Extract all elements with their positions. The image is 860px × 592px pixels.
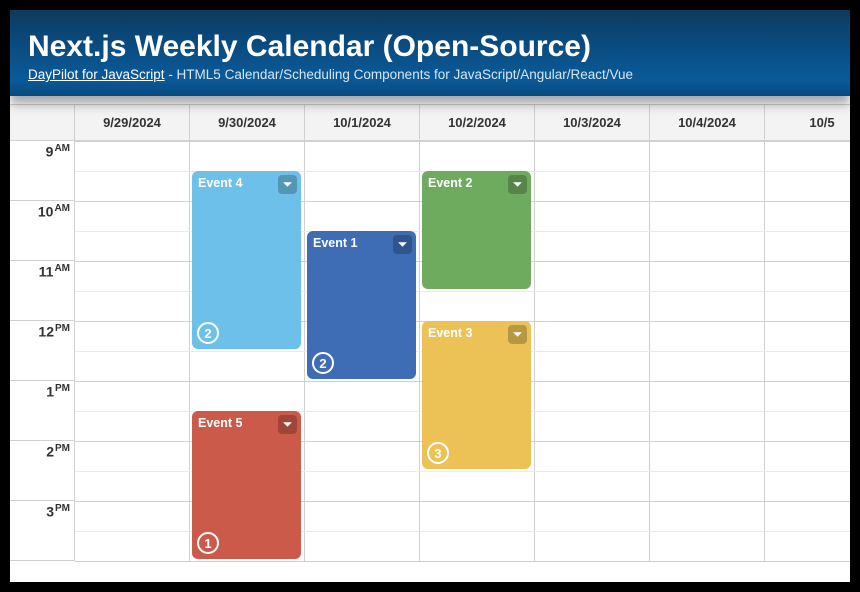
event-badge: 2 [197, 322, 219, 344]
hour-label: 3PM [46, 503, 70, 520]
page-subtitle: DayPilot for JavaScript - HTML5 Calendar… [28, 67, 832, 82]
daypilot-link[interactable]: DayPilot for JavaScript [28, 67, 165, 82]
chevron-down-icon[interactable] [278, 175, 297, 194]
time-ruler-hour: 12PM [10, 321, 74, 381]
grid-hour-line [75, 561, 850, 562]
calendar-date-header: 9/29/20249/30/202410/1/202410/2/202410/3… [10, 105, 850, 141]
hour-label: 9AM [46, 143, 70, 160]
calendar-event[interactable]: Event 51 [192, 411, 301, 559]
page-title: Next.js Weekly Calendar (Open-Source) [28, 30, 832, 64]
calendar: 9/29/20249/30/202410/1/202410/2/202410/3… [10, 104, 850, 561]
chevron-down-icon[interactable] [393, 235, 412, 254]
time-axis-corner [10, 105, 75, 140]
calendar-event[interactable]: Event 33 [422, 321, 531, 469]
hour-label: 1PM [46, 383, 70, 400]
calendar-event[interactable]: Event 12 [307, 231, 416, 379]
time-ruler-hour: 1PM [10, 381, 74, 441]
date-header-cell: 9/30/2024 [190, 105, 305, 140]
hour-label: 11AM [39, 263, 70, 280]
time-ruler: 9AM 10AM 11AM 12PM 1PM 2PM 3PM [10, 141, 75, 561]
hour-label: 2PM [46, 443, 70, 460]
event-badge: 3 [427, 442, 449, 464]
hour-label: 12PM [38, 323, 70, 340]
event-badge: 2 [312, 352, 334, 374]
subtitle-text: - HTML5 Calendar/Scheduling Components f… [165, 67, 634, 82]
calendar-event[interactable]: Event 2 [422, 171, 531, 289]
time-ruler-hour: 3PM [10, 501, 74, 561]
chevron-down-icon[interactable] [508, 325, 527, 344]
time-ruler-hour: 9AM [10, 141, 74, 201]
date-header-cell: 10/5 [765, 105, 850, 140]
date-header-cell: 10/2/2024 [420, 105, 535, 140]
event-badge: 1 [197, 532, 219, 554]
page-header: Next.js Weekly Calendar (Open-Source) Da… [10, 10, 850, 96]
calendar-grid[interactable]: Event 42 Event 51Event 12Event 2 Event 33 [75, 141, 850, 561]
date-header-cell: 9/29/2024 [75, 105, 190, 140]
time-ruler-hour: 10AM [10, 201, 74, 261]
calendar-event[interactable]: Event 42 [192, 171, 301, 349]
date-header-cell: 10/3/2024 [535, 105, 650, 140]
hour-label: 10AM [38, 203, 70, 220]
time-ruler-hour: 2PM [10, 441, 74, 501]
chevron-down-icon[interactable] [508, 175, 527, 194]
date-header-cell: 10/4/2024 [650, 105, 765, 140]
date-header-cell: 10/1/2024 [305, 105, 420, 140]
grid-hour-line [75, 141, 850, 142]
chevron-down-icon[interactable] [278, 415, 297, 434]
time-ruler-hour: 11AM [10, 261, 74, 321]
